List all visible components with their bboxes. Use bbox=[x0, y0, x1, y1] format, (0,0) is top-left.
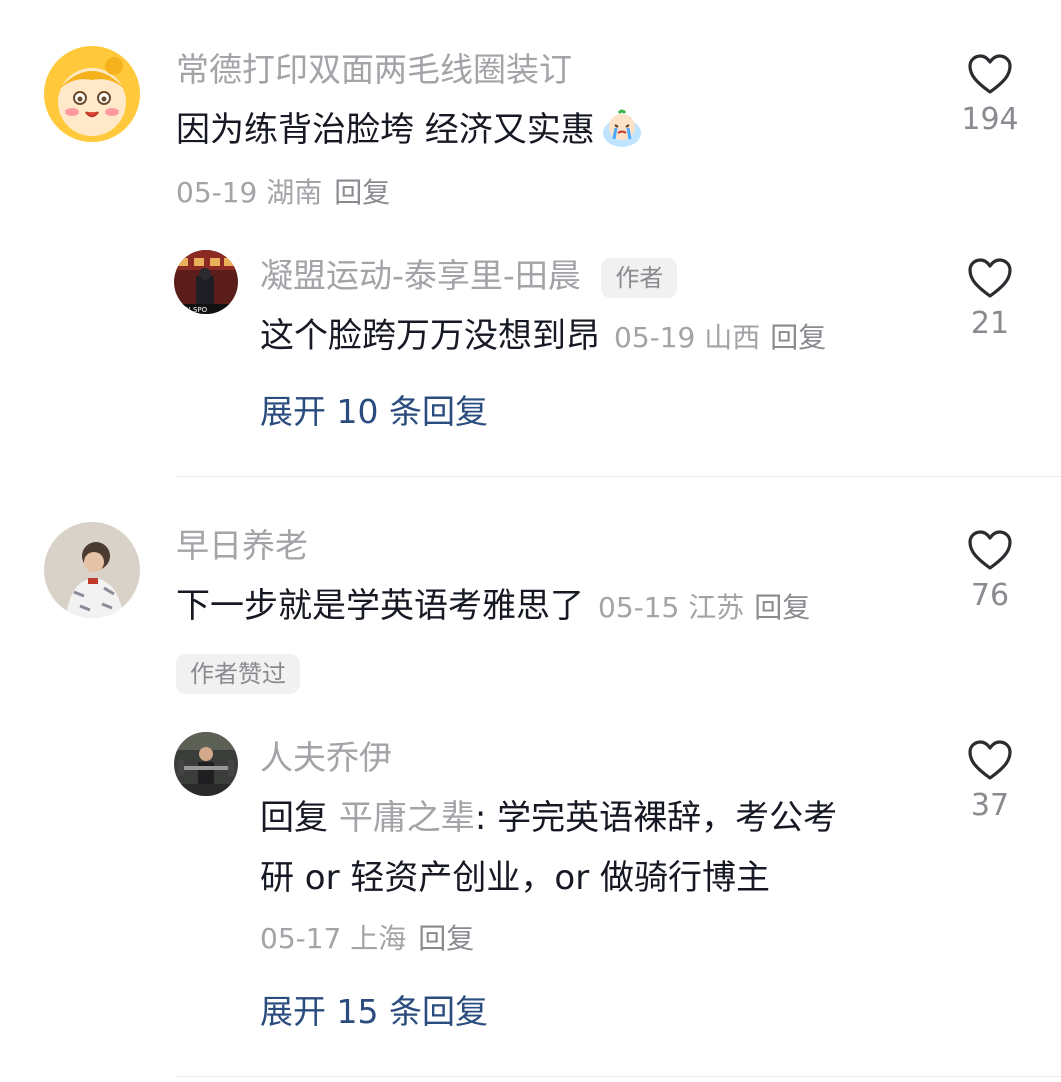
comment-date: 05-15 bbox=[598, 591, 680, 624]
avatar[interactable] bbox=[44, 522, 140, 618]
like-count: 76 bbox=[970, 578, 1010, 613]
reply-username-text[interactable]: 凝盟运动-泰享里-田晨 bbox=[260, 256, 581, 295]
reply-prefix: 回复 bbox=[260, 798, 328, 838]
heart-icon bbox=[968, 530, 1012, 570]
reply-location: 上海 bbox=[350, 922, 407, 955]
comment-username[interactable]: 常德打印双面两毛线圈装订 bbox=[176, 50, 572, 90]
reply-text: 回复 平庸之辈: 学完英语裸辞，考公考 bbox=[260, 796, 837, 840]
reply-username: 凝盟运动-泰享里-田晨 作者 bbox=[260, 256, 678, 298]
gym-photo-avatar-icon bbox=[174, 732, 238, 796]
reply-to-username[interactable]: 平庸之辈 bbox=[339, 798, 475, 838]
reply-meta: 05-17 上海 回复 bbox=[260, 922, 474, 956]
like-button[interactable]: 37 bbox=[955, 738, 1025, 824]
comment-text-content: 因为练背治脸垮 经济又实惠 bbox=[176, 110, 595, 150]
reply-username[interactable]: 人夫乔伊 bbox=[260, 738, 392, 778]
like-count: 21 bbox=[970, 306, 1010, 341]
crying-face-emoji-icon bbox=[599, 109, 645, 160]
reply-text-content: 这个脸跨万万没想到昂 bbox=[260, 316, 600, 356]
author-liked-badge: 作者赞过 bbox=[176, 654, 300, 694]
like-button[interactable]: 76 bbox=[955, 528, 1025, 614]
comment-date: 05-19 bbox=[176, 176, 258, 209]
comment-meta: 05-19 湖南 回复 bbox=[176, 176, 390, 210]
author-badge: 作者 bbox=[601, 257, 678, 298]
like-button[interactable]: 194 bbox=[955, 52, 1025, 138]
comment-location: 江苏 bbox=[688, 591, 745, 624]
comment-text: 下一步就是学英语考雅思了 05-15 江苏 回复 bbox=[176, 584, 810, 630]
comment-divider bbox=[176, 1076, 1061, 1077]
reply-location: 山西 bbox=[704, 321, 761, 354]
reply-avatar[interactable]: ON SPO bbox=[174, 250, 238, 314]
comment-location: 湖南 bbox=[266, 176, 323, 209]
reply-text-line1: : 学完英语裸辞，考公考 bbox=[474, 798, 838, 838]
reply-button[interactable]: 回复 bbox=[770, 321, 826, 354]
heart-icon bbox=[968, 740, 1012, 780]
comment-meta: 05-15 江苏 回复 bbox=[598, 591, 810, 624]
gym-photo-avatar-icon: ON SPO bbox=[174, 250, 238, 314]
reply-date: 05-17 bbox=[260, 922, 342, 955]
author-liked-badge-text: 作者赞过 bbox=[176, 654, 300, 694]
heart-icon bbox=[968, 258, 1012, 298]
reply-button[interactable]: 回复 bbox=[754, 591, 810, 624]
reply-button[interactable]: 回复 bbox=[334, 176, 390, 209]
heart-icon bbox=[968, 54, 1012, 94]
reply-meta: 05-19 山西 回复 bbox=[614, 321, 826, 354]
comment-divider bbox=[176, 476, 1061, 477]
like-count: 194 bbox=[961, 102, 1019, 137]
reply-avatar[interactable] bbox=[174, 732, 238, 796]
comment-text-content: 下一步就是学英语考雅思了 bbox=[176, 586, 584, 626]
avatar[interactable] bbox=[44, 46, 140, 142]
comment-username[interactable]: 早日养老 bbox=[176, 526, 308, 566]
like-button[interactable]: 21 bbox=[955, 256, 1025, 342]
comment-text: 因为练背治脸垮 经济又实惠 bbox=[176, 108, 645, 160]
like-count: 37 bbox=[970, 788, 1010, 823]
expand-replies-button[interactable]: 展开 10 条回复 bbox=[260, 392, 488, 432]
svg-text:ON SPO: ON SPO bbox=[180, 306, 208, 314]
expand-replies-button[interactable]: 展开 15 条回复 bbox=[260, 992, 488, 1032]
reply-text-line2: 研 or 轻资产创业，or 做骑行博主 bbox=[260, 858, 770, 898]
reply-date: 05-19 bbox=[614, 321, 696, 354]
reply-button[interactable]: 回复 bbox=[418, 922, 474, 955]
person-photo-avatar-icon bbox=[44, 522, 140, 618]
cartoon-avatar-icon bbox=[44, 46, 140, 142]
reply-text: 这个脸跨万万没想到昂 05-19 山西 回复 bbox=[260, 314, 826, 360]
